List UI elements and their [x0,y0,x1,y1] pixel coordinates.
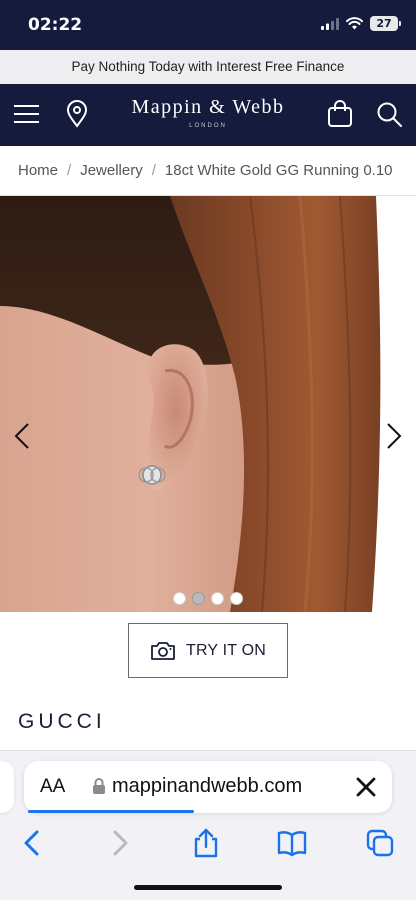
breadcrumb-current: 18ct White Gold GG Running 0.10 [164,162,393,179]
gallery-pagination [0,592,416,605]
page-load-progress-bar [28,810,194,813]
status-time: 02:22 [28,15,83,35]
url-text[interactable]: mappinandwebb.com [112,775,302,798]
gallery-dot[interactable] [173,592,186,605]
browser-nav-row [0,823,416,863]
gallery-dot[interactable] [230,592,243,605]
address-bar[interactable]: AA mappinandwebb.com [24,761,392,813]
site-header: Mappin & Webb LONDON [0,84,416,146]
try-it-on-label: TRY IT ON [185,641,267,659]
previous-tab-pill[interactable] [0,761,14,813]
breadcrumb-home[interactable]: Home [18,162,58,179]
gallery-dot-active[interactable] [192,592,205,605]
camera-icon [151,641,175,660]
lock-icon [93,778,105,794]
product-photo-ear-with-earring [0,196,416,612]
browser-toolbar: AA mappinandwebb.com [0,750,416,900]
status-bar: 02:22 27 [0,0,416,50]
product-image-gallery[interactable] [0,196,416,612]
breadcrumb-jewellery[interactable]: Jewellery [80,162,143,179]
finance-promo-banner[interactable]: Pay Nothing Today with Interest Free Fin… [0,50,416,84]
bag-icon[interactable] [325,99,355,129]
wifi-icon [346,17,363,30]
tabs-icon[interactable] [364,827,396,859]
text-size-button[interactable]: AA [40,776,65,798]
breadcrumb: Home / Jewellery / 18ct White Gold GG Runnin… [0,146,416,196]
bookmarks-icon[interactable] [276,827,308,859]
share-icon[interactable] [190,827,222,859]
breadcrumb-separator: / [151,162,156,179]
close-icon[interactable] [354,775,378,799]
breadcrumb-separator: / [67,162,72,179]
forward-icon[interactable] [104,827,136,859]
battery-indicator: 27 [370,16,401,31]
text-size-label: AA [40,776,66,797]
signal-icon [321,17,339,30]
next-image-arrow-icon[interactable] [380,416,408,456]
back-icon[interactable] [16,827,48,859]
home-indicator[interactable] [134,885,282,890]
search-icon[interactable] [374,99,404,129]
product-brand: GUCCI [18,710,106,733]
try-it-on-button[interactable]: TRY IT ON [128,623,288,678]
previous-image-arrow-icon[interactable] [8,416,36,456]
gallery-dot[interactable] [211,592,224,605]
status-indicators: 27 [321,16,401,31]
